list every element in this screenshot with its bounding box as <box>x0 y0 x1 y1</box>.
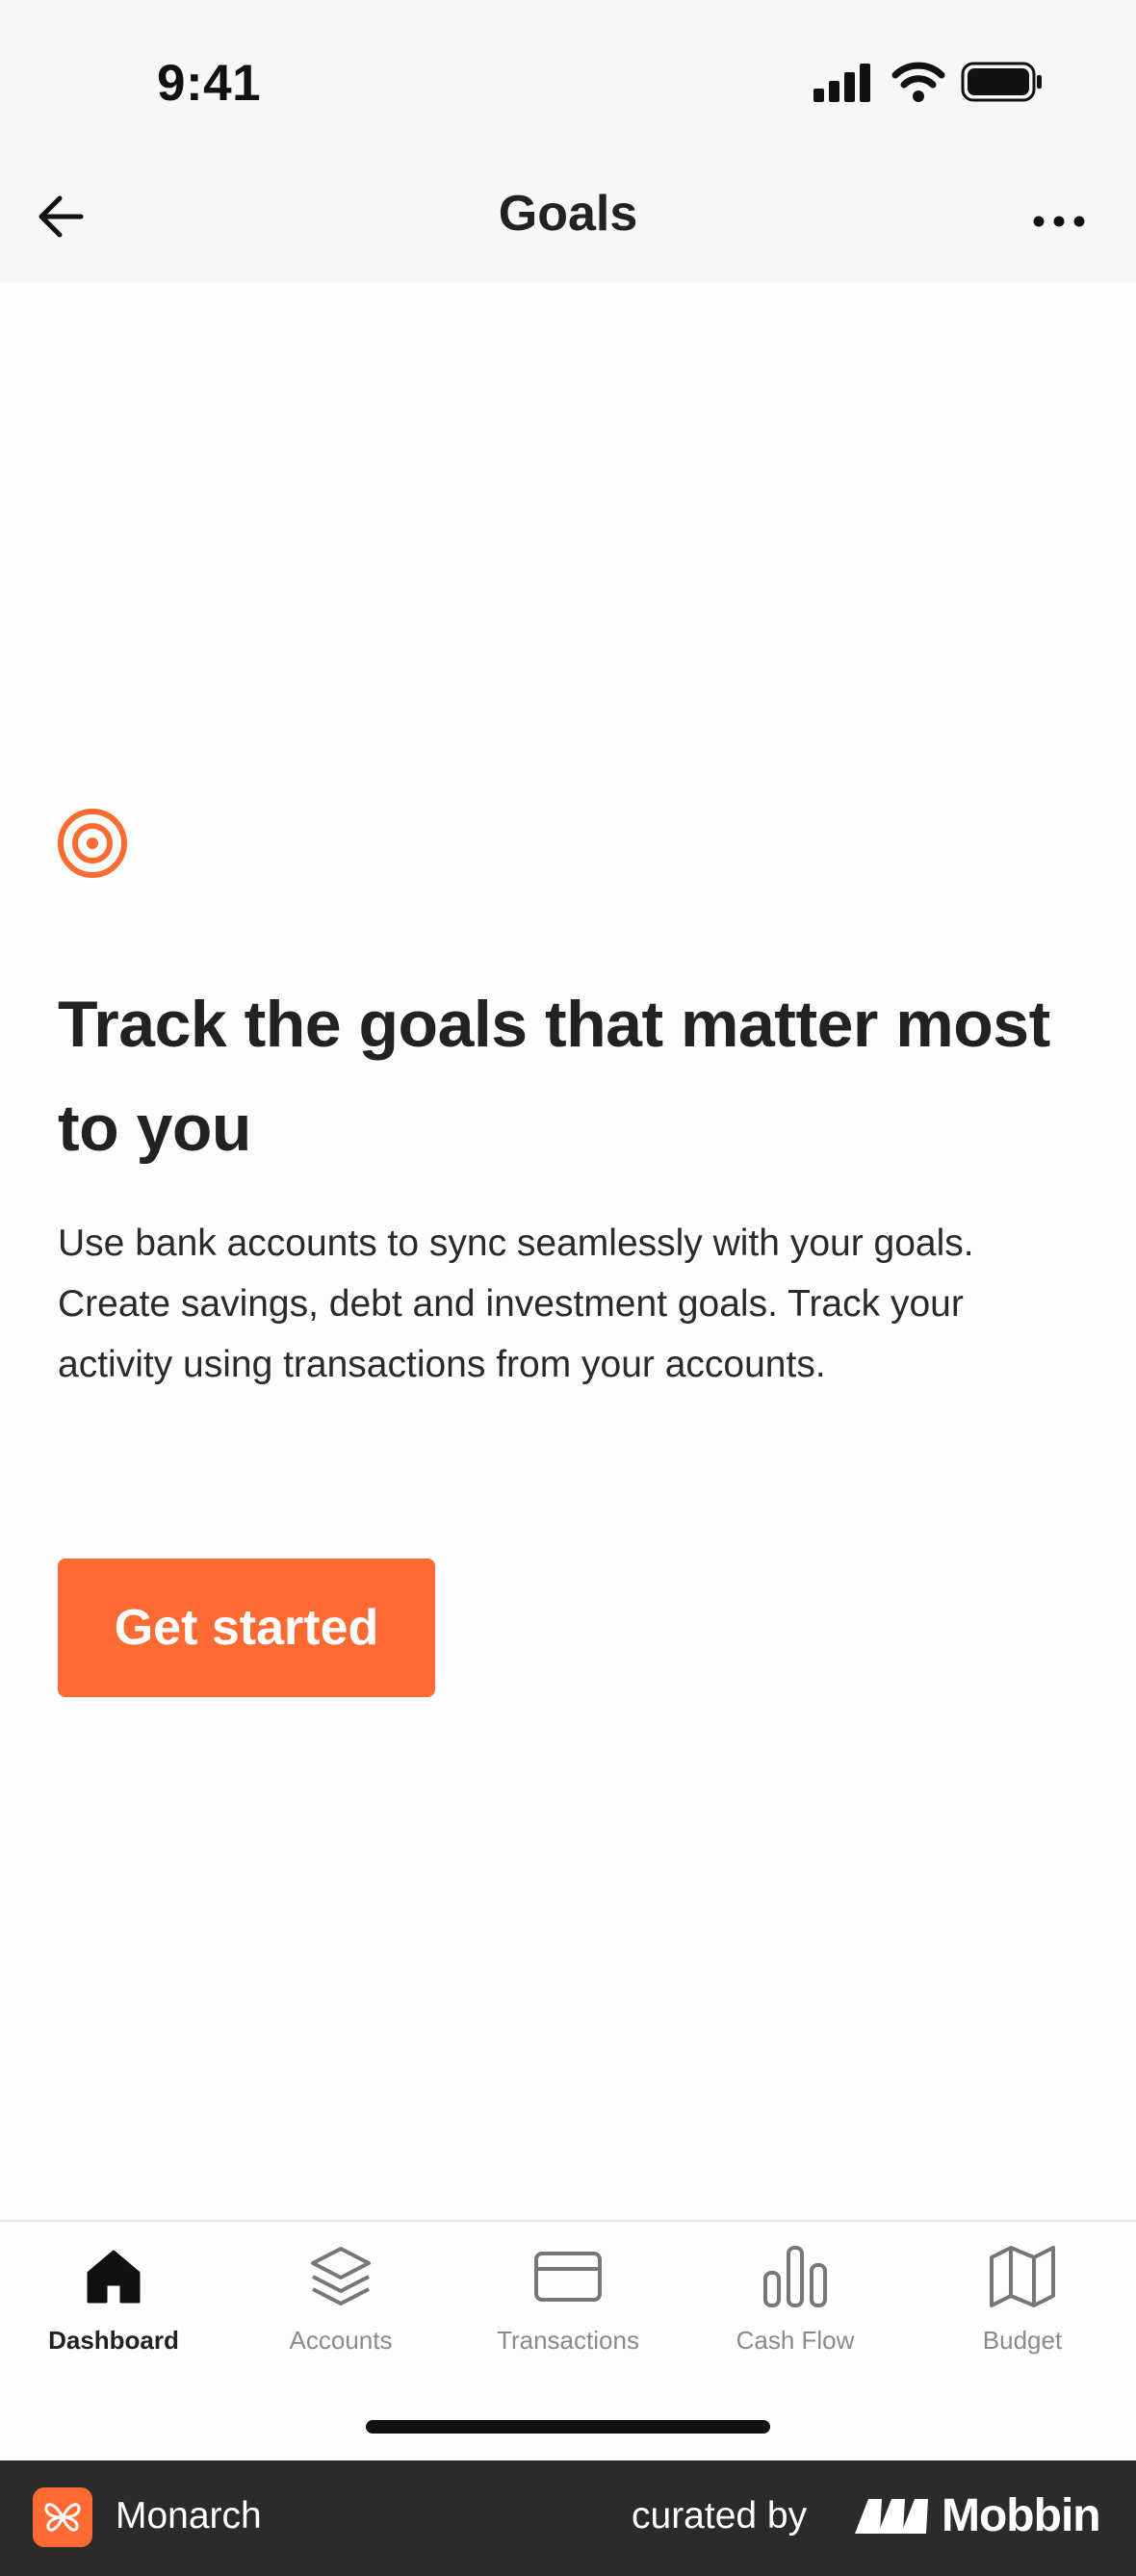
cellular-signal-icon <box>813 64 870 102</box>
tab-accounts[interactable]: Accounts <box>227 2233 454 2368</box>
curated-by-label: curated by <box>632 2495 808 2537</box>
tab-label: Dashboard <box>48 2326 179 2355</box>
tab-label: Budget <box>982 2326 1063 2355</box>
more-horizontal-icon <box>1033 216 1085 227</box>
credit-card-icon <box>534 2252 602 2302</box>
battery-icon <box>961 62 1042 102</box>
mobbin-brand: Mobbin <box>942 2490 1101 2541</box>
tab-label: Cash Flow <box>736 2326 855 2355</box>
butterfly-icon <box>44 2503 81 2532</box>
get-started-button[interactable]: Get started <box>58 1558 435 1697</box>
app-name: Monarch <box>116 2495 262 2537</box>
empty-state-description: Use bank accounts to sync seamlessly wit… <box>58 1223 974 1385</box>
tab-label: Accounts <box>289 2326 393 2355</box>
status-time: 9:41 <box>157 55 262 112</box>
tab-label: Transactions <box>497 2326 639 2355</box>
page-title: Goals <box>498 186 638 242</box>
home-indicator <box>366 2420 770 2434</box>
monarch-logo-icon <box>33 2487 92 2547</box>
mobbin-logo-icon <box>855 2499 928 2534</box>
bar-chart-icon <box>763 2246 827 2307</box>
map-icon <box>990 2246 1055 2307</box>
home-icon <box>87 2250 141 2304</box>
empty-state-headline: Track the goals that matter most to you <box>58 988 1050 1165</box>
tab-transactions[interactable]: Transactions <box>454 2233 682 2368</box>
wifi-icon <box>891 62 945 102</box>
tab-dashboard[interactable]: Dashboard <box>0 2233 227 2368</box>
layers-icon <box>311 2247 371 2306</box>
tab-cash-flow[interactable]: Cash Flow <box>682 2233 909 2368</box>
more-options-button[interactable] <box>1020 193 1097 250</box>
tab-budget[interactable]: Budget <box>909 2233 1136 2368</box>
target-icon <box>58 809 127 878</box>
